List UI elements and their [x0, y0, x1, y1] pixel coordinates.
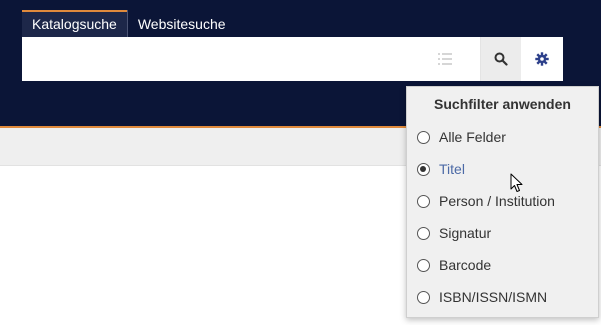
radio-button[interactable] [417, 194, 430, 208]
filter-option-label: Titel [439, 161, 465, 177]
filter-option-barcode[interactable]: Barcode [417, 254, 592, 276]
radio-button[interactable] [417, 258, 430, 272]
filter-option-alle-felder[interactable]: Alle Felder [417, 126, 592, 148]
search-tabs: Katalogsuche Websitesuche [22, 10, 236, 37]
filter-option-label: Alle Felder [439, 129, 506, 145]
filter-option-person-institution[interactable]: Person / Institution [417, 190, 592, 212]
filter-option-label: Barcode [439, 257, 492, 273]
radio-button-checked[interactable] [417, 162, 430, 176]
search-settings-button[interactable] [521, 37, 563, 81]
filter-option-titel[interactable]: Titel [417, 158, 592, 180]
filter-menu-title: Suchfilter anwenden [434, 96, 571, 112]
gear-icon [535, 52, 549, 66]
search-icon [494, 52, 508, 66]
list-icon[interactable] [438, 52, 452, 66]
filter-option-label: ISBN/ISSN/ISMN [439, 289, 548, 305]
search-bar [22, 37, 563, 81]
search-input[interactable] [22, 37, 430, 81]
tab-websitesuche[interactable]: Websitesuche [126, 10, 236, 37]
radio-button[interactable] [417, 226, 430, 240]
filter-option-label: Person / Institution [439, 193, 555, 209]
tab-katalogsuche[interactable]: Katalogsuche [22, 10, 127, 37]
search-button[interactable] [481, 37, 521, 81]
filter-option-label: Signatur [439, 225, 492, 241]
search-filter-menu: Suchfilter anwenden Alle Felder Titel Pe… [406, 86, 599, 318]
mouse-pointer-icon [510, 173, 523, 192]
radio-button[interactable] [417, 130, 430, 144]
filter-option-signatur[interactable]: Signatur [417, 222, 592, 244]
filter-option-isbn-issn-ismn[interactable]: ISBN/ISSN/ISMN [417, 286, 592, 308]
radio-button[interactable] [417, 290, 430, 304]
